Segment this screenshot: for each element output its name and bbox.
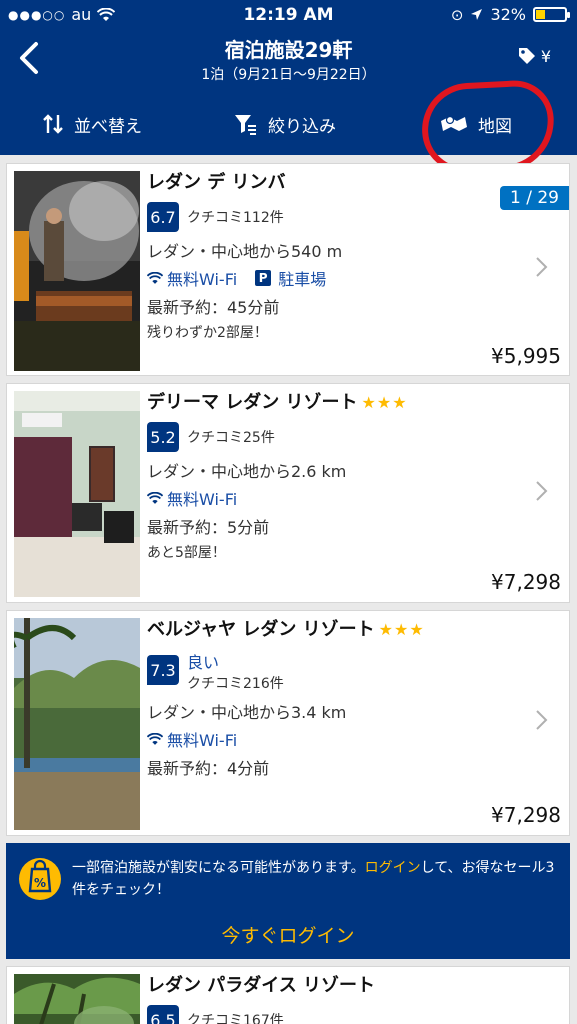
distance: レダン・中心地から3.4 km bbox=[147, 703, 347, 722]
review-score: 6.5 bbox=[147, 1005, 179, 1024]
hotel-price: ¥7,298 bbox=[491, 803, 561, 827]
currency-button[interactable]: ¥ bbox=[517, 46, 551, 66]
wifi-icon bbox=[147, 491, 163, 504]
hotel-card[interactable]: デリーマ レダン リゾート ★★★ 5.2 クチコミ25件 レダン・中心地から2.… bbox=[6, 383, 570, 603]
hotel-card[interactable]: レダン パラダイス リゾート 6.5 クチコミ167件 bbox=[6, 966, 570, 1024]
hotel-name[interactable]: レダン デ リンバ bbox=[147, 168, 559, 194]
promo-text: 一部宿泊施設が割安になる可能性があります。 bbox=[72, 860, 365, 876]
currency-symbol: ¥ bbox=[540, 46, 551, 66]
hotel-name-text: ベルジャヤ レダン リゾート bbox=[147, 619, 375, 640]
parking-icon: P bbox=[255, 270, 272, 286]
hotel-photo bbox=[14, 391, 140, 597]
status-bar: ●●●○○ au 12:19 AM ⊙ 32% bbox=[0, 0, 577, 30]
sort-icon bbox=[43, 114, 63, 134]
chevron-right-icon bbox=[536, 710, 548, 730]
wifi-label: 無料Wi-Fi bbox=[167, 490, 238, 509]
wifi-label: 無料Wi-Fi bbox=[167, 731, 238, 750]
last-booked: 最新予約：45分前 bbox=[147, 298, 280, 317]
login-now-button[interactable]: 今すぐログイン bbox=[6, 921, 570, 948]
distance: レダン・中心地から2.6 km bbox=[147, 462, 347, 481]
hotel-price: ¥5,995 bbox=[491, 344, 561, 368]
login-link[interactable]: ログイン bbox=[365, 860, 421, 876]
hotel-photo bbox=[14, 618, 140, 830]
amenities: 無料Wi-Fi bbox=[147, 727, 559, 751]
score-word: 良い bbox=[187, 653, 220, 672]
review-count: クチコミ167件 bbox=[187, 1013, 284, 1024]
chevron-right-icon bbox=[536, 257, 548, 277]
app-header: ●●●○○ au 12:19 AM ⊙ 32% 宿泊施設29軒 1泊（9月21日… bbox=[0, 0, 577, 176]
map-icon bbox=[441, 115, 467, 131]
hotel-name[interactable]: ベルジャヤ レダン リゾート ★★★ bbox=[147, 615, 559, 641]
review-count: クチコミ216件 bbox=[187, 676, 284, 692]
hotel-name-text: デリーマ レダン リゾート bbox=[147, 392, 358, 413]
review-score: 7.3 bbox=[147, 655, 179, 685]
review-count: クチコミ112件 bbox=[187, 210, 284, 226]
login-promo-banner: % 一部宿泊施設が割安になる可能性があります。ログインして、お得なセール3件をチ… bbox=[6, 843, 570, 959]
hotel-card[interactable]: ベルジャヤ レダン リゾート ★★★ 7.3 良い クチコミ216件 レダン・中心… bbox=[6, 610, 570, 836]
battery-icon bbox=[533, 7, 570, 22]
wifi-icon bbox=[147, 271, 163, 284]
filter-icon bbox=[235, 115, 256, 135]
amenities: 無料Wi-Fi bbox=[147, 486, 559, 510]
rooms-left: あと5部屋！ bbox=[147, 545, 226, 561]
chevron-right-icon bbox=[536, 481, 548, 501]
last-booked: 最新予約：4分前 bbox=[147, 759, 270, 778]
rooms-left: 残りわずか2部屋！ bbox=[147, 325, 268, 341]
svg-text:%: % bbox=[34, 876, 46, 890]
location-icon bbox=[471, 9, 483, 20]
star-rating: ★★★ bbox=[378, 620, 425, 639]
amenities: 無料Wi-Fi P 駐車場 bbox=[147, 266, 559, 290]
sort-button[interactable]: 並べ替え bbox=[42, 100, 142, 148]
filter-button[interactable]: 絞り込み bbox=[234, 100, 336, 148]
battery-percent: 32% bbox=[490, 5, 526, 24]
hotel-photo bbox=[14, 974, 140, 1024]
rotation-lock-icon: ⊙ bbox=[450, 5, 464, 24]
page-title: 宿泊施設29軒 bbox=[224, 38, 353, 62]
map-label: 地図 bbox=[478, 116, 512, 137]
hotel-name[interactable]: レダン パラダイス リゾート bbox=[147, 971, 559, 997]
wifi-label: 無料Wi-Fi bbox=[167, 270, 238, 289]
date-range: 1泊（9月21日〜9月22日） bbox=[201, 67, 376, 83]
hotel-price: ¥7,298 bbox=[491, 570, 561, 594]
review-count: クチコミ25件 bbox=[187, 430, 275, 446]
price-tag-icon bbox=[518, 48, 535, 64]
review-score: 5.2 bbox=[147, 422, 179, 452]
star-rating: ★★★ bbox=[361, 393, 408, 412]
discount-badge-icon: % bbox=[19, 858, 61, 900]
hotel-name[interactable]: デリーマ レダン リゾート ★★★ bbox=[147, 388, 559, 414]
result-counter: 1 / 29 bbox=[500, 186, 569, 210]
distance: レダン・中心地から540 m bbox=[147, 242, 343, 261]
hotel-card[interactable]: レダン デ リンバ 6.7 クチコミ112件 レダン・中心地から540 m 無料… bbox=[6, 163, 570, 376]
filter-label: 絞り込み bbox=[268, 116, 336, 137]
review-score: 6.7 bbox=[147, 202, 179, 232]
toolbar: 並べ替え 絞り込み 地図 bbox=[0, 100, 577, 148]
map-button[interactable]: 地図 bbox=[440, 100, 512, 148]
wifi-icon bbox=[147, 732, 163, 745]
promo-message: 一部宿泊施設が割安になる可能性があります。ログインして、お得なセール3件をチェッ… bbox=[72, 857, 556, 901]
sort-label: 並べ替え bbox=[74, 116, 142, 137]
hotel-photo bbox=[14, 171, 140, 371]
last-booked: 最新予約：5分前 bbox=[147, 518, 270, 537]
parking-label: 駐車場 bbox=[278, 270, 327, 289]
